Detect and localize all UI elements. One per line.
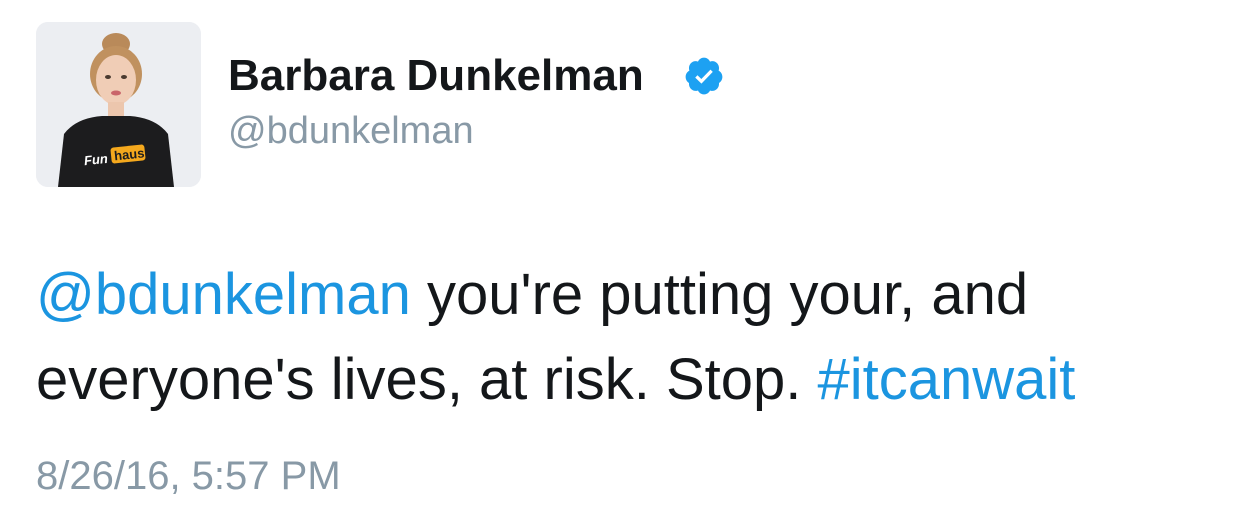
avatar-image: Fun haus — [36, 22, 201, 187]
handle[interactable]: @bdunkelman — [228, 107, 474, 155]
tweet-text: @bdunkelman you're putting your, and eve… — [36, 252, 1216, 422]
mention-link[interactable]: @bdunkelman — [36, 262, 411, 327]
avatar-shirt-text-fun: Fun — [83, 151, 108, 168]
verified-badge-icon — [685, 57, 723, 95]
avatar-shirt-text-haus: haus — [113, 145, 145, 163]
avatar[interactable]: Fun haus — [36, 22, 201, 187]
timestamp[interactable]: 8/26/16, 5:57 PM — [36, 450, 341, 502]
tweet-card: Fun haus Barbara Dunkelman @bdunkelman @… — [0, 0, 1242, 528]
display-name[interactable]: Barbara Dunkelman — [228, 50, 644, 102]
hashtag-link[interactable]: #itcanwait — [818, 347, 1076, 412]
